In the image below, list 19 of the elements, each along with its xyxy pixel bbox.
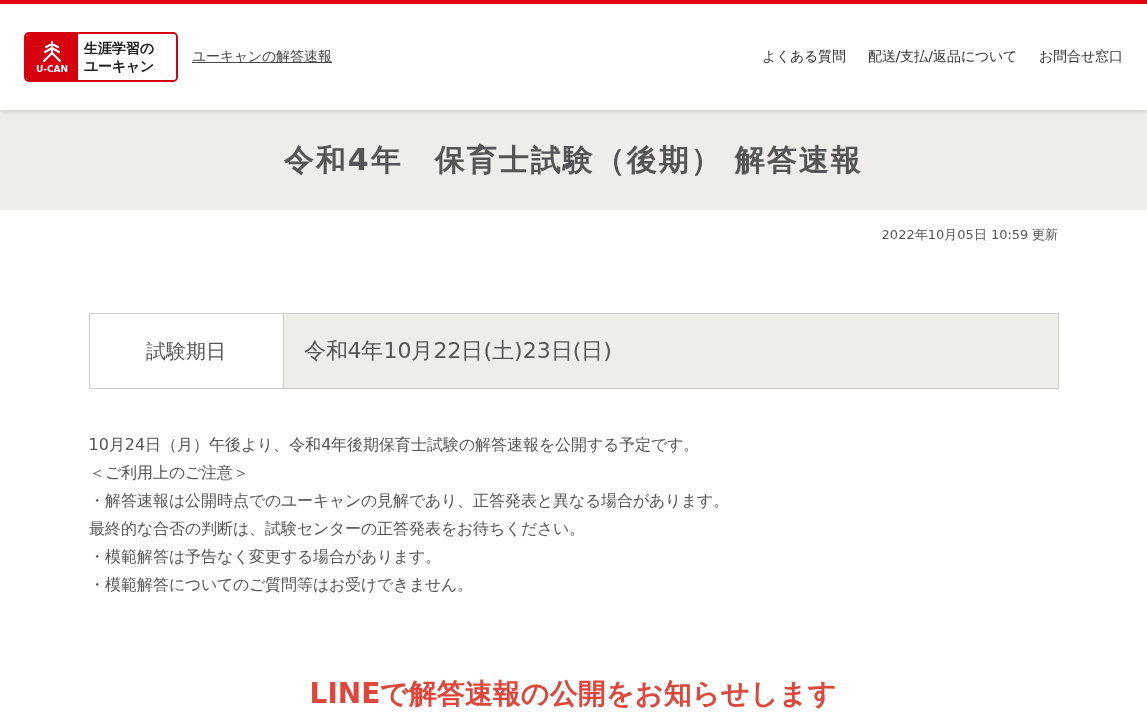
- logo-text: ユーキャン: [84, 57, 155, 75]
- notice-text: ・模範解答は予告なく変更する場合があります。: [88, 546, 442, 568]
- logo-mark-text: U-CAN: [35, 64, 69, 74]
- notice-text: ・模範解答についてのご質問等はお受けできません。: [88, 574, 474, 596]
- nav-link[interactable]: 配送/支払/返品について: [867, 48, 1017, 66]
- updated-time: 2022年10月05日 10:59 更新: [881, 227, 1059, 242]
- notice-text: ＜ご利用上のご注意＞: [88, 462, 250, 484]
- table-cell: 令和4年10月22日(土)23日(日): [283, 314, 1058, 388]
- line-heading: LINEで解答速報の公開をお知らせします: [308, 676, 839, 712]
- notice-text: 10月24日（月）午後より、令和4年後期保育士試験の解答速報を公開する予定です。: [88, 434, 701, 456]
- notice-text: 最終的な合否の判断は、試験センターの正答発表をお待ちください。: [88, 518, 586, 540]
- notice-text: ・解答速報は公開時点でのユーキャンの見解であり、正答発表と異なる場合があります。: [88, 490, 730, 512]
- site-link[interactable]: ユーキャンの解答速報: [192, 48, 332, 66]
- logo-text: 生涯学習の: [84, 39, 155, 57]
- page-title: 令和4年 保育士試験（後期） 解答速報: [283, 140, 864, 179]
- logo[interactable]: U-CAN 生涯学習の ユーキャン: [24, 32, 178, 82]
- nav-link[interactable]: よくある質問: [761, 48, 846, 66]
- nav-link[interactable]: お問合せ窓口: [1039, 48, 1123, 66]
- logo-icon: [41, 40, 63, 62]
